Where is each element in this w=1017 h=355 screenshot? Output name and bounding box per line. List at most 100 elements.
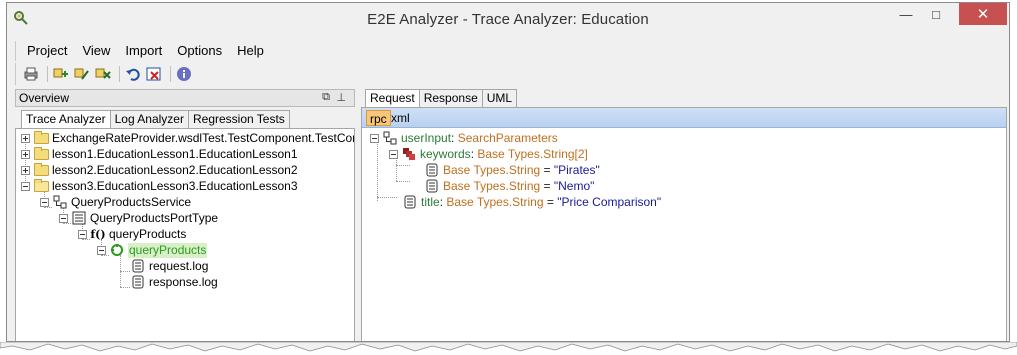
detail-tabs: Request Response UML xyxy=(365,89,518,107)
param-value: "Nemo" xyxy=(553,178,595,193)
expand-icon[interactable] xyxy=(21,165,30,175)
tab-log-analyzer[interactable]: Log Analyzer xyxy=(109,110,189,128)
overview-title: Overview xyxy=(19,91,70,105)
tree-node-porttype[interactable]: QueryProductsPortType xyxy=(59,210,218,226)
minimize-icon: — xyxy=(899,6,913,22)
value-icon xyxy=(402,195,418,209)
format-tabs: rpc xml xyxy=(362,108,1006,128)
minimize-button[interactable]: — xyxy=(891,3,921,25)
collapse-icon[interactable] xyxy=(97,245,106,255)
delete-icon[interactable] xyxy=(145,65,163,83)
tree-node-label: response.log xyxy=(149,274,218,289)
info-icon[interactable] xyxy=(175,65,193,83)
tree-node-folder[interactable]: lesson3.EducationLesson3.EducationLesson… xyxy=(21,178,298,194)
param-value: "Price Comparison" xyxy=(557,194,662,209)
tree-connector xyxy=(120,271,130,272)
close-icon: ✕ xyxy=(976,6,990,23)
param-node-root[interactable]: userInput: SearchParameters xyxy=(370,130,558,146)
overview-tabs: Trace Analyzer Log Analyzer Regression T… xyxy=(21,110,290,128)
value-icon xyxy=(424,163,440,177)
tree-connector xyxy=(396,181,410,182)
param-node-keyword-item[interactable]: Base Types.String = "Pirates" xyxy=(424,162,600,178)
menu-options[interactable]: Options xyxy=(170,41,230,61)
expand-icon[interactable] xyxy=(21,133,30,143)
menu-view[interactable]: View xyxy=(75,41,118,61)
tree-connector xyxy=(377,197,397,198)
parameter-tree: userInput: SearchParameters keywords: Ba… xyxy=(362,129,1006,341)
collapse-icon[interactable] xyxy=(370,133,379,143)
menu-bar: Project View Import Options Help xyxy=(15,41,272,61)
tree-node-label: QueryProductsService xyxy=(71,194,192,209)
folder-icon xyxy=(33,146,49,161)
tree-node-label: lesson1.EducationLesson1.EducationLesson… xyxy=(52,146,298,161)
undo-icon[interactable] xyxy=(124,65,142,83)
param-name: userInput xyxy=(401,130,452,145)
tree-node-label: QueryProductsPortType xyxy=(90,210,219,225)
tab-response[interactable]: Response xyxy=(418,89,483,107)
tree-node-label-selected: queryProducts xyxy=(128,242,208,258)
tree-connector xyxy=(120,287,130,288)
trace-edit-icon[interactable] xyxy=(73,65,91,83)
trace-add-icon[interactable] xyxy=(52,65,70,83)
param-type: Base Types.String[2] xyxy=(477,146,588,161)
toolbar-separator xyxy=(47,66,48,82)
param-node-title[interactable]: title: Base Types.String = "Price Compar… xyxy=(402,194,661,210)
tab-trace-analyzer[interactable]: Trace Analyzer xyxy=(21,110,111,128)
tree-node-folder[interactable]: lesson1.EducationLesson1.EducationLesson… xyxy=(21,146,298,162)
param-type: Base Types.String xyxy=(446,194,544,209)
param-node-keyword-item[interactable]: Base Types.String = "Nemo" xyxy=(424,178,594,194)
param-type: Base Types.String xyxy=(443,162,541,177)
function-icon: f() xyxy=(90,227,106,241)
tree-connector xyxy=(377,141,378,201)
torn-edge xyxy=(0,342,1017,352)
folder-icon xyxy=(33,162,49,177)
tree-node-service[interactable]: QueryProductsService xyxy=(40,194,191,210)
array-icon xyxy=(401,147,417,161)
tree-node-folder[interactable]: ExchangeRateProvider.wsdlTest.TestCompon… xyxy=(21,130,355,146)
overview-header: Overview ⧉ ⊥ xyxy=(15,89,355,107)
call-icon xyxy=(109,243,125,257)
expand-icon[interactable] xyxy=(21,149,30,159)
tab-regression-tests[interactable]: Regression Tests xyxy=(187,110,290,128)
struct-icon xyxy=(382,131,398,145)
tab-rpc[interactable]: rpc xyxy=(366,110,391,126)
maximize-button[interactable]: □ xyxy=(921,3,951,25)
tab-request[interactable]: Request xyxy=(365,89,420,107)
folder-icon xyxy=(33,130,49,145)
service-icon xyxy=(52,195,68,209)
menu-import[interactable]: Import xyxy=(118,41,170,61)
param-name: title xyxy=(421,194,440,209)
port-type-icon xyxy=(71,211,87,225)
toolbar xyxy=(15,63,196,85)
tree-node-operation[interactable]: f() queryProducts xyxy=(78,226,186,242)
collapse-icon[interactable] xyxy=(389,149,398,159)
close-button[interactable]: ✕ xyxy=(959,3,1007,25)
pin-panel-icon[interactable]: ⊥ xyxy=(336,91,346,104)
tree-node-logfile[interactable]: response.log xyxy=(130,274,218,290)
overview-panel: Overview ⧉ ⊥ Trace Analyzer Log Analyzer… xyxy=(15,89,355,341)
param-node-keywords[interactable]: keywords: Base Types.String[2] xyxy=(389,146,588,162)
param-type: SearchParameters xyxy=(457,130,558,145)
print-icon[interactable] xyxy=(22,65,40,83)
tab-xml[interactable]: xml xyxy=(388,110,413,126)
tree-node-call[interactable]: queryProducts xyxy=(97,242,208,258)
toolbar-separator xyxy=(170,66,171,82)
param-name: keywords xyxy=(420,146,471,161)
collapse-icon[interactable] xyxy=(21,181,30,191)
restore-panel-icon[interactable]: ⧉ xyxy=(322,91,330,104)
collapse-icon[interactable] xyxy=(40,197,49,207)
trace-remove-icon[interactable] xyxy=(94,65,112,83)
menu-help[interactable]: Help xyxy=(230,41,272,61)
detail-content: rpc xml userInput: SearchParameters keyw… xyxy=(361,107,1007,341)
collapse-icon[interactable] xyxy=(59,213,68,223)
collapse-icon[interactable] xyxy=(78,229,87,239)
tree-node-logfile[interactable]: request.log xyxy=(130,258,208,274)
tree-node-label: ExchangeRateProvider.wsdlTest.TestCompon… xyxy=(52,130,355,145)
tab-uml[interactable]: UML xyxy=(481,89,518,107)
tree-node-folder[interactable]: lesson2.EducationLesson2.EducationLesson… xyxy=(21,162,298,178)
param-value: "Pirates" xyxy=(553,162,600,177)
window-title: E2E Analyzer - Trace Analyzer: Education xyxy=(367,11,649,28)
app-window: E2E Analyzer - Trace Analyzer: Education… xyxy=(6,2,1010,342)
menu-project[interactable]: Project xyxy=(20,41,75,61)
value-icon xyxy=(424,179,440,193)
